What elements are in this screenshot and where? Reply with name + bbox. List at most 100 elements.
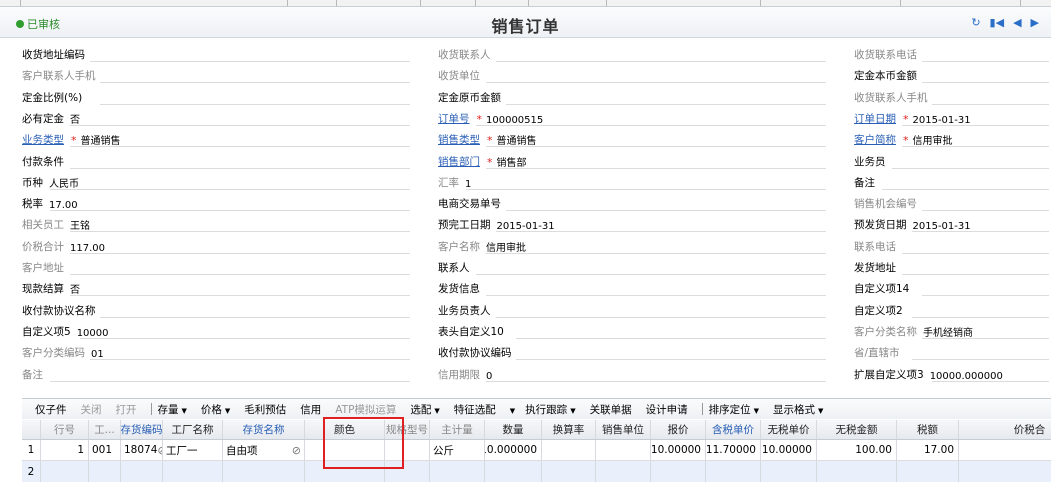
form-field: 客户分类编码 01 — [22, 342, 410, 361]
column-header[interactable]: 存货名称 — [223, 420, 305, 439]
table-cell[interactable] — [817, 461, 897, 482]
attachment-icon[interactable]: ⊘ — [292, 444, 301, 457]
table-cell[interactable]: 工厂一 — [163, 440, 223, 460]
table-cell[interactable] — [596, 461, 651, 482]
column-header[interactable]: 存货编码 — [121, 420, 163, 439]
field-value[interactable]: 普通销售 — [81, 132, 121, 147]
table-cell[interactable] — [41, 461, 89, 482]
field-label[interactable]: 客户简称 — [854, 132, 896, 147]
table-cell[interactable] — [706, 461, 761, 482]
form-field: 备注 — [854, 172, 1049, 190]
toolbar-button[interactable]: 毛利预估 — [244, 402, 286, 417]
field-value[interactable]: 信用审批 — [913, 132, 953, 147]
table-cell[interactable] — [121, 461, 163, 482]
table-cell[interactable] — [959, 461, 1051, 482]
table-cell[interactable] — [596, 440, 651, 460]
column-header[interactable]: 价税合 — [959, 420, 1051, 439]
table-cell[interactable] — [897, 461, 959, 482]
field-label: 客户分类编码 — [22, 347, 85, 360]
toolbar-button[interactable]: 选配 ▼ — [410, 402, 439, 417]
toolbar-button[interactable]: ATP模拟运算 — [335, 402, 396, 417]
field-label[interactable]: 销售类型 — [438, 132, 480, 147]
field-value[interactable]: 王铭 — [70, 217, 90, 232]
field-underline — [80, 337, 410, 339]
table-cell[interactable] — [542, 440, 596, 460]
field-label[interactable]: 销售部门 — [438, 154, 480, 169]
table-cell[interactable]: 18074⊘ — [121, 440, 163, 460]
column-header[interactable]: 工... — [89, 420, 121, 439]
table-cell[interactable] — [761, 461, 817, 482]
table-cell[interactable]: 100.00 — [817, 440, 897, 460]
column-header[interactable]: 无税金额 — [817, 420, 897, 439]
field-label[interactable]: 订单号 — [438, 111, 470, 126]
toolbar-button[interactable]: 打开 — [116, 402, 137, 417]
table-cell[interactable] — [542, 461, 596, 482]
table-cell[interactable]: 10.00000 — [651, 440, 706, 460]
table-cell[interactable] — [430, 461, 485, 482]
table-cell[interactable]: 10.00000 — [761, 440, 817, 460]
row-index: 2 — [22, 461, 41, 482]
table-cell[interactable] — [223, 461, 305, 482]
column-header[interactable]: 无税单价 — [761, 420, 817, 439]
table-cell[interactable]: 10.000000 — [485, 440, 542, 460]
toolbar-button[interactable]: 排序定位 ▼ — [709, 402, 759, 417]
toolbar-button[interactable]: 设计申请 — [646, 402, 688, 417]
table-cell[interactable] — [163, 461, 223, 482]
field-value[interactable]: 信用审批 — [486, 239, 526, 254]
column-header[interactable]: 销售单位 — [596, 420, 651, 439]
table-cell[interactable]: 001 — [89, 440, 121, 460]
toolbar-button[interactable]: 信用 — [300, 402, 321, 417]
column-header[interactable]: 数量 — [485, 420, 542, 439]
color-column-highlight — [323, 417, 404, 469]
table-cell[interactable]: 公斤 — [430, 440, 485, 460]
table-row[interactable]: 1 1 001 18074⊘工厂一 自由项 ⊘ 公斤 10.000000 10.00000 11.… — [22, 440, 1051, 461]
prev-page-icon[interactable]: ◀ — [1013, 17, 1021, 28]
table-cell[interactable]: 17.00 — [897, 440, 959, 460]
field-underline — [922, 295, 1049, 297]
field-label[interactable]: 业务类型 — [22, 132, 64, 147]
field-label[interactable]: 订单日期 — [854, 111, 896, 126]
column-header[interactable]: 换算率 — [542, 420, 596, 439]
table-cell[interactable] — [959, 440, 1051, 460]
table-cell[interactable] — [485, 461, 542, 482]
toolbar-label: 毛利预估 — [244, 403, 287, 416]
column-header[interactable] — [22, 420, 41, 439]
dropdown-arrow-icon: ▼ — [224, 406, 231, 415]
refresh-icon[interactable]: ↻ — [971, 17, 980, 28]
toolbar-button[interactable]: 价格 ▼ — [201, 402, 230, 417]
next-page-icon[interactable]: ▶ — [1031, 17, 1039, 28]
field-underline — [90, 359, 410, 361]
toolbar-button[interactable]: 存量 ▼ — [158, 402, 187, 417]
field-value[interactable]: 销售部 — [497, 154, 527, 169]
toolbar-button[interactable]: 仅子件 — [35, 402, 67, 417]
field-label: 定金本币金额 — [854, 70, 917, 83]
column-header[interactable]: 行号 — [41, 420, 89, 439]
field-label: 相关员工 — [22, 219, 64, 232]
field-underline — [50, 210, 410, 212]
toolbar-button[interactable]: 特征选配 — [454, 402, 496, 417]
column-header[interactable]: 主计量 — [430, 420, 485, 439]
page-title: 销售订单 — [491, 17, 560, 36]
column-header[interactable]: 报价 — [651, 420, 706, 439]
field-value[interactable]: 否 — [70, 281, 80, 296]
toolbar-button[interactable]: 关闭 — [81, 402, 102, 417]
field-value[interactable]: 普通销售 — [497, 132, 537, 147]
toolbar-button[interactable]: 关联单据 — [590, 402, 632, 417]
column-header[interactable]: 税额 — [897, 420, 959, 439]
table-cell[interactable]: 自由项 ⊘ — [223, 440, 305, 460]
table-cell[interactable] — [651, 461, 706, 482]
field-value[interactable]: 人民币 — [49, 175, 79, 190]
toolbar-button[interactable]: 显示格式 ▼ — [773, 402, 823, 417]
field-label: 表头自定义10 — [438, 325, 504, 338]
table-cell[interactable]: 11.70000 — [706, 440, 761, 460]
toolbar-button[interactable]: ▼ 执行跟踪 ▼ — [510, 402, 576, 417]
table-cell[interactable]: 1 — [41, 440, 89, 460]
field-value[interactable]: 手机经销商 — [923, 324, 973, 339]
column-header[interactable]: 工厂名称 — [163, 420, 223, 439]
field-value[interactable]: 否 — [70, 111, 80, 126]
table-cell[interactable] — [89, 461, 121, 482]
column-header[interactable]: 含税单价 — [706, 420, 761, 439]
table-row[interactable]: 2 — [22, 461, 1051, 482]
first-page-icon[interactable]: ▮◀ — [990, 17, 1005, 28]
form-field: 发货地址 — [854, 257, 1049, 275]
